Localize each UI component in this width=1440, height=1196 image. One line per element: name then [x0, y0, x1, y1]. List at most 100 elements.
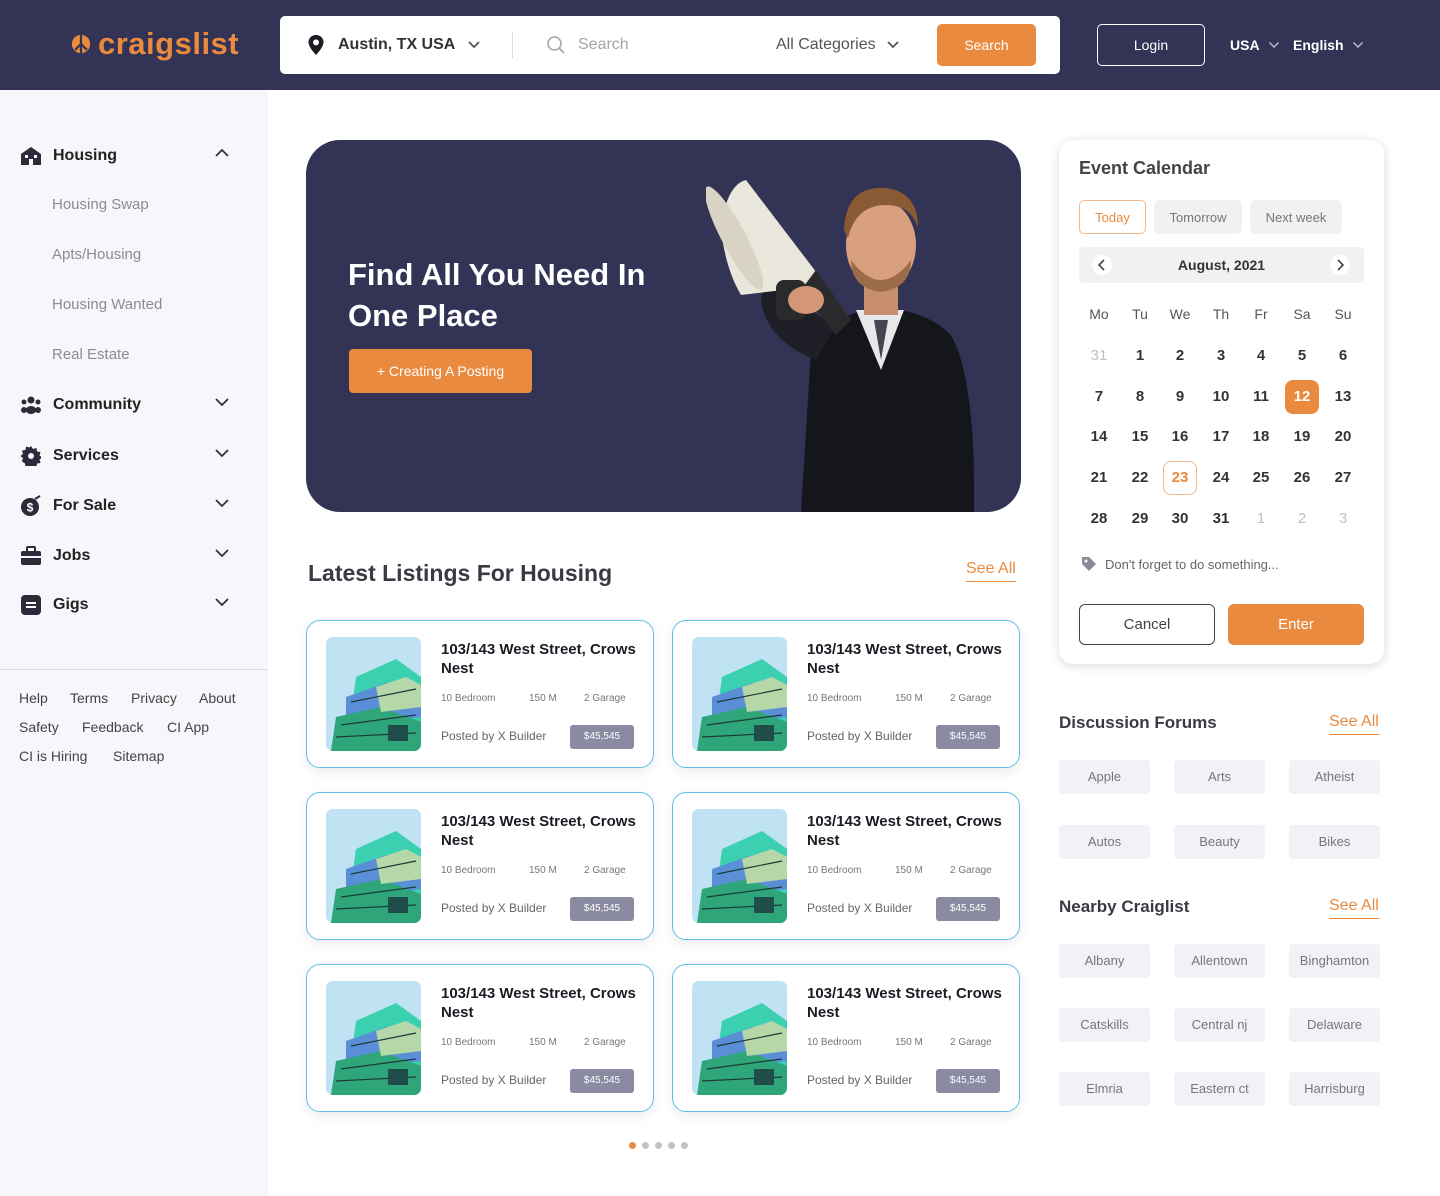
login-button[interactable]: Login	[1097, 24, 1205, 66]
calendar-day[interactable]: 4	[1244, 339, 1278, 373]
page-dot[interactable]	[681, 1142, 688, 1149]
calendar-day[interactable]: 17	[1204, 420, 1238, 454]
sidebar-item-housing[interactable]: Housing	[20, 144, 230, 168]
footer-link-terms[interactable]: Terms	[70, 690, 108, 706]
footer-link-about[interactable]: About	[199, 690, 236, 706]
calendar-day[interactable]: 30	[1163, 502, 1197, 536]
calendar-day[interactable]: 16	[1163, 420, 1197, 454]
page-dot[interactable]	[668, 1142, 675, 1149]
calendar-day[interactable]: 28	[1082, 502, 1116, 536]
calendar-day[interactable]: 24	[1204, 461, 1238, 495]
calendar-day[interactable]: 25	[1244, 461, 1278, 495]
calendar-day[interactable]: 9	[1163, 380, 1197, 414]
calendar-day[interactable]: 21	[1082, 461, 1116, 495]
sidebar-sub-housing-swap[interactable]: Housing Swap	[52, 196, 149, 213]
calendar-day[interactable]: 31	[1082, 339, 1116, 373]
forum-tag[interactable]: Arts	[1174, 760, 1265, 794]
nearby-city-tag[interactable]: Elmria	[1059, 1072, 1150, 1106]
footer-link-sitemap[interactable]: Sitemap	[113, 748, 164, 764]
footer-link-ci-app[interactable]: CI App	[167, 719, 209, 735]
calendar-day[interactable]: 1	[1244, 502, 1278, 536]
calendar-day[interactable]: 14	[1082, 420, 1116, 454]
sidebar-item-community[interactable]: Community	[20, 393, 230, 417]
nearby-city-tag[interactable]: Central nj	[1174, 1008, 1265, 1042]
footer-link-ci-hiring[interactable]: CI is Hiring	[19, 748, 87, 764]
sidebar-item-gigs[interactable]: Gigs	[20, 593, 230, 617]
page-dot[interactable]	[655, 1142, 662, 1149]
nearby-city-tag[interactable]: Harrisburg	[1289, 1072, 1380, 1106]
listing-card[interactable]: 103/143 West Street, Crows Nest 10 Bedroo…	[672, 964, 1020, 1112]
footer-link-privacy[interactable]: Privacy	[131, 690, 177, 706]
calendar-day[interactable]: 31	[1204, 502, 1238, 536]
search-button[interactable]: Search	[937, 24, 1036, 66]
nearby-city-tag[interactable]: Eastern ct	[1174, 1072, 1265, 1106]
craigslist-logo[interactable]: craigslist	[70, 26, 239, 62]
sidebar-item-jobs[interactable]: Jobs	[20, 544, 230, 568]
chip-tomorrow[interactable]: Tomorrow	[1154, 200, 1242, 234]
calendar-day[interactable]: 20	[1326, 420, 1360, 454]
cancel-button[interactable]: Cancel	[1079, 604, 1215, 645]
listing-card[interactable]: 103/143 West Street, Crows Nest 10 Bedroo…	[672, 620, 1020, 768]
forums-see-all-link[interactable]: See All	[1329, 713, 1379, 735]
forum-tag[interactable]: Apple	[1059, 760, 1150, 794]
create-posting-button[interactable]: + Creating A Posting	[349, 349, 532, 393]
nearby-city-tag[interactable]: Catskills	[1059, 1008, 1150, 1042]
nearby-city-tag[interactable]: Allentown	[1174, 944, 1265, 978]
calendar-day[interactable]: 11	[1244, 380, 1278, 414]
page-dot-active[interactable]	[629, 1142, 636, 1149]
next-month-button[interactable]	[1330, 255, 1350, 275]
calendar-day[interactable]: 22	[1123, 461, 1157, 495]
forum-tag[interactable]: Bikes	[1289, 825, 1380, 859]
calendar-day[interactable]: 2	[1163, 339, 1197, 373]
nearby-city-tag[interactable]: Albany	[1059, 944, 1150, 978]
gear-icon	[20, 445, 42, 467]
footer-link-safety[interactable]: Safety	[19, 719, 59, 735]
prev-month-button[interactable]	[1092, 255, 1112, 275]
calendar-day[interactable]: 10	[1204, 380, 1238, 414]
calendar-day[interactable]: 13	[1326, 380, 1360, 414]
calendar-day[interactable]: 19	[1285, 420, 1319, 454]
search-input[interactable]	[578, 36, 748, 54]
calendar-day[interactable]: 6	[1326, 339, 1360, 373]
sidebar-sub-housing-wanted[interactable]: Housing Wanted	[52, 296, 162, 313]
listing-card[interactable]: 103/143 West Street, Crows Nest 10 Bedroo…	[306, 620, 654, 768]
calendar-day[interactable]: 29	[1123, 502, 1157, 536]
sidebar-item-services[interactable]: Services	[20, 444, 230, 468]
calendar-day[interactable]: 2	[1285, 502, 1319, 536]
listing-card[interactable]: 103/143 West Street, Crows Nest 10 Bedroo…	[672, 792, 1020, 940]
forum-tag[interactable]: Beauty	[1174, 825, 1265, 859]
calendar-day[interactable]: 1	[1123, 339, 1157, 373]
forum-tag[interactable]: Autos	[1059, 825, 1150, 859]
chip-today[interactable]: Today	[1079, 200, 1146, 234]
calendar-day[interactable]: 27	[1326, 461, 1360, 495]
footer-link-feedback[interactable]: Feedback	[82, 719, 143, 735]
footer-link-help[interactable]: Help	[19, 690, 48, 706]
calendar-day[interactable]: 5	[1285, 339, 1319, 373]
calendar-day[interactable]: 8	[1123, 380, 1157, 414]
forum-tag[interactable]: Atheist	[1289, 760, 1380, 794]
country-selector[interactable]: USA	[1230, 24, 1280, 66]
calendar-day[interactable]: 12	[1285, 380, 1319, 414]
calendar-day[interactable]: 15	[1123, 420, 1157, 454]
category-dropdown[interactable]: All Categories	[776, 16, 900, 74]
calendar-day[interactable]: 3	[1326, 502, 1360, 536]
sidebar-sub-apts-housing[interactable]: Apts/Housing	[52, 246, 141, 263]
nearby-see-all-link[interactable]: See All	[1329, 897, 1379, 919]
listing-card[interactable]: 103/143 West Street, Crows Nest 10 Bedroo…	[306, 964, 654, 1112]
nearby-city-tag[interactable]: Binghamton	[1289, 944, 1380, 978]
sidebar-item-for-sale[interactable]: $ For Sale	[20, 494, 230, 518]
listing-card[interactable]: 103/143 West Street, Crows Nest 10 Bedroo…	[306, 792, 654, 940]
enter-button[interactable]: Enter	[1228, 604, 1364, 645]
listings-see-all-link[interactable]: See All	[966, 560, 1016, 582]
calendar-day[interactable]: 3	[1204, 339, 1238, 373]
calendar-day[interactable]: 7	[1082, 380, 1116, 414]
calendar-day[interactable]: 26	[1285, 461, 1319, 495]
page-dot[interactable]	[642, 1142, 649, 1149]
calendar-day[interactable]: 23	[1163, 461, 1197, 495]
language-selector[interactable]: English	[1293, 24, 1364, 66]
nearby-city-tag[interactable]: Delaware	[1289, 1008, 1380, 1042]
chip-next-week[interactable]: Next week	[1250, 200, 1342, 234]
calendar-day[interactable]: 18	[1244, 420, 1278, 454]
location-selector[interactable]: Austin, TX USA	[306, 16, 481, 74]
sidebar-sub-real-estate[interactable]: Real Estate	[52, 346, 130, 363]
